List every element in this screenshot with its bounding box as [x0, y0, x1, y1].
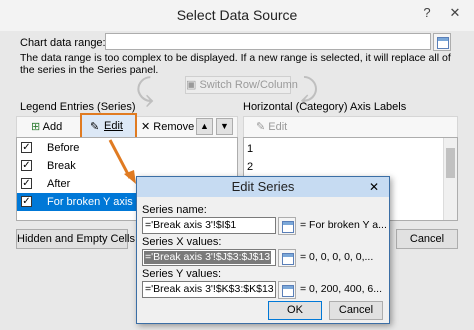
series-checkbox[interactable]: ✓ [21, 160, 32, 171]
down-arrow-icon[interactable]: ▼ [216, 118, 233, 135]
axis-edit-label: Edit [268, 121, 288, 133]
chart-range-label: Chart data range: [20, 37, 106, 49]
series-x-value: ='Break axis 3'!$J$3:$J$13 [144, 251, 272, 264]
axis-label-item[interactable]: 1 [247, 140, 253, 158]
series-name-label: Series name: [142, 204, 207, 216]
edit-cancel-button[interactable]: Cancel [329, 301, 383, 320]
series-label: Break [47, 160, 76, 172]
remove-label: Remove [153, 121, 195, 133]
close-icon[interactable]: ✕ [369, 178, 379, 196]
remove-icon: ✕ [141, 121, 151, 133]
main-dialog-titlebar: Select Data Source [0, 0, 474, 31]
add-icon: ⊞ [31, 121, 41, 133]
edit-label: Edit [104, 120, 123, 132]
series-checkbox[interactable]: ✓ [21, 196, 32, 207]
series-y-label: Series Y values: [142, 268, 222, 280]
switch-icon: ▣ [186, 79, 200, 91]
edit-icon: ✎ [256, 121, 266, 133]
series-name-value: ='Break axis 3'!$I$1 [145, 219, 237, 231]
series-checkbox[interactable]: ✓ [21, 142, 32, 153]
switch-label: Switch Row/Column [199, 79, 298, 91]
remove-button[interactable]: ✕ Remove [141, 119, 194, 135]
ok-label: OK [287, 304, 303, 316]
up-arrow-icon[interactable]: ▲ [196, 118, 213, 135]
series-label: Before [47, 142, 80, 154]
legend-entries-header: Legend Entries (Series) [20, 101, 136, 113]
range-picker-icon[interactable] [278, 281, 296, 299]
series-name-preview: = For broken Y a... [300, 219, 387, 231]
edit-series-title: Edit Series [231, 179, 295, 194]
edit-cancel-label: Cancel [338, 304, 374, 316]
add-label: Add [42, 121, 63, 133]
series-label: After [47, 178, 71, 190]
add-button[interactable]: ⊞ Add [31, 119, 62, 135]
switch-row-column-button[interactable]: ▣ Switch Row/Column [185, 76, 298, 94]
series-name-input[interactable]: ='Break axis 3'!$I$1 [142, 217, 276, 234]
main-cancel-label: Cancel [409, 233, 445, 245]
series-checkbox[interactable]: ✓ [21, 178, 32, 189]
main-cancel-button[interactable]: Cancel [396, 229, 458, 249]
range-picker-icon[interactable] [278, 249, 296, 267]
series-y-preview: = 0, 200, 400, 6... [300, 283, 383, 295]
axis-labels-header: Horizontal (Category) Axis Labels [243, 101, 407, 113]
hidden-empty-label: Hidden and Empty Cells [17, 233, 136, 245]
series-x-label: Series X values: [142, 236, 222, 248]
series-y-value: ='Break axis 3'!$K$3:$K$13 [145, 283, 274, 295]
edit-button[interactable]: ✎ Edit [80, 113, 137, 140]
ok-button[interactable]: OK [268, 301, 322, 320]
chart-range-input[interactable] [105, 33, 431, 50]
scrollbar-thumb[interactable] [446, 148, 455, 178]
series-x-preview: = 0, 0, 0, 0, 0,... [300, 251, 374, 263]
axis-edit-button[interactable]: ✎ Edit [256, 119, 287, 135]
series-y-input[interactable]: ='Break axis 3'!$K$3:$K$13 [142, 281, 276, 298]
help-icon[interactable]: ? [418, 4, 436, 22]
info-message: The data range is too complex to be disp… [20, 52, 451, 76]
left-curved-arrow-icon: ⤹ [136, 74, 154, 107]
hidden-empty-cells-button[interactable]: Hidden and Empty Cells [16, 229, 135, 249]
close-icon[interactable]: ✕ [446, 4, 464, 22]
edit-series-dialog: Edit Series ✕ Series name: ='Break axis … [136, 176, 390, 324]
pointer-arrow [108, 139, 136, 184]
series-label: For broken Y axis [47, 196, 133, 208]
range-picker-icon[interactable] [278, 217, 296, 235]
main-dialog-title: Select Data Source [176, 7, 298, 23]
axis-list-scrollbar[interactable] [443, 138, 457, 220]
series-x-input[interactable]: ='Break axis 3'!$J$3:$J$13 [142, 249, 276, 266]
axis-label-item[interactable]: 2 [247, 158, 253, 176]
range-picker-icon[interactable] [433, 33, 451, 51]
edit-series-titlebar: Edit Series [137, 177, 389, 197]
edit-icon: ✎ [90, 121, 100, 133]
